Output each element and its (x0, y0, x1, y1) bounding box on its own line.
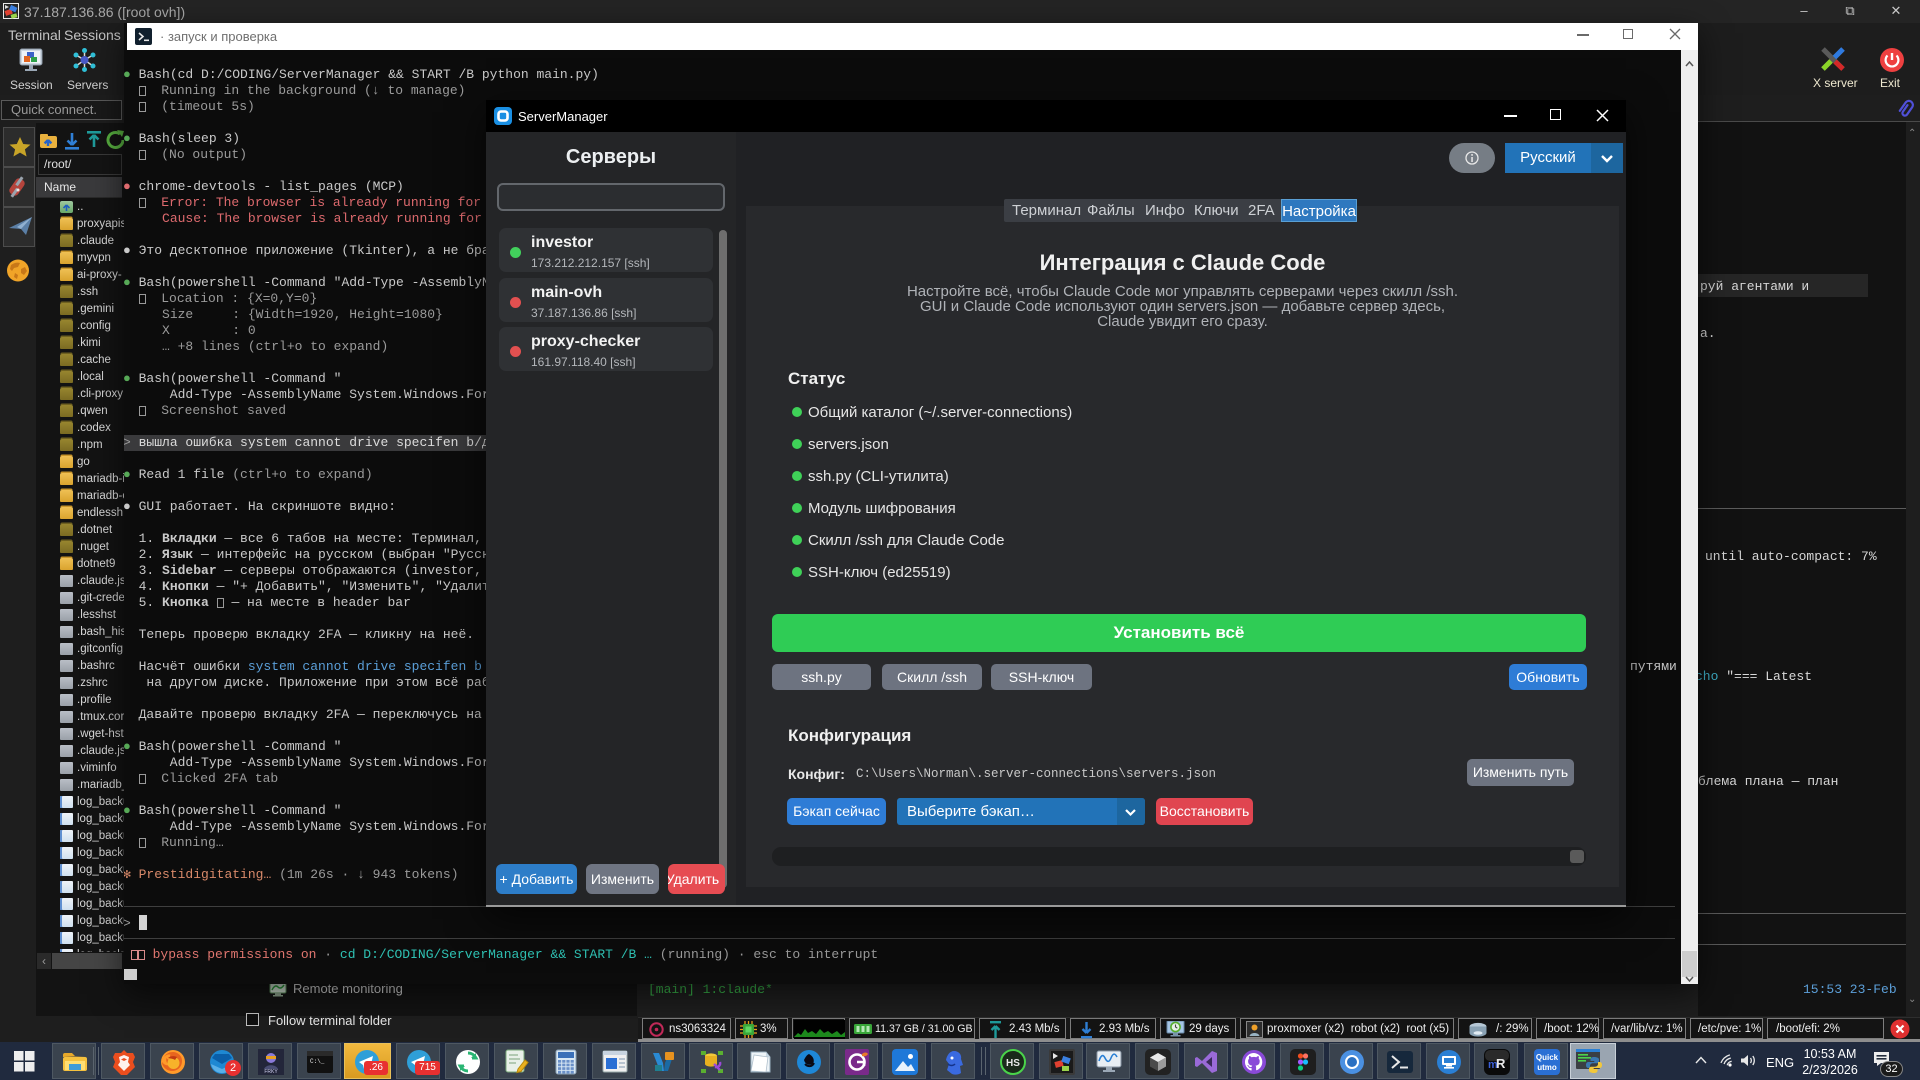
svg-text:HS: HS (1006, 1058, 1020, 1069)
svg-text:Quick: Quick (1536, 1053, 1559, 1062)
svg-text:FRKY: FRKY (264, 1069, 278, 1075)
svg-text:utmo: utmo (1537, 1063, 1557, 1072)
svg-text:R: R (1496, 1056, 1506, 1071)
svg-text:C:\_: C:\_ (310, 1058, 325, 1065)
